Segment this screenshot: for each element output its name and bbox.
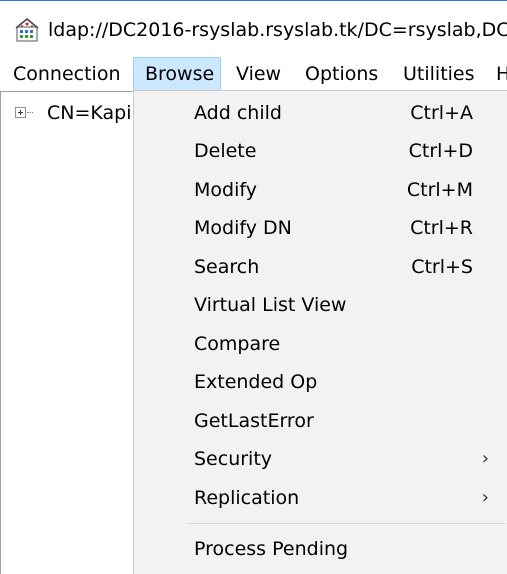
menu-item-shortcut: Ctrl+R: [410, 217, 473, 239]
menu-item-modify-dn[interactable]: Modify DN Ctrl+R: [134, 209, 507, 247]
browse-dropdown-menu: Add child Ctrl+A Delete Ctrl+D Modify Ct…: [133, 90, 507, 574]
menu-item-shortcut: Ctrl+D: [408, 140, 473, 162]
menu-item-label: GetLastError: [194, 410, 314, 432]
menu-item-label: Delete: [194, 140, 257, 162]
menu-item-security[interactable]: Security ›: [134, 440, 507, 478]
menu-item-compare[interactable]: Compare: [134, 325, 507, 363]
menu-item-label: Process Pending: [194, 538, 349, 560]
title-bar: ldap://DC2016-rsyslab.rsyslab.tk/DC=rsys…: [0, 1, 507, 57]
menu-item-replication[interactable]: Replication ›: [134, 479, 507, 517]
menu-help[interactable]: H: [489, 57, 507, 91]
menu-item-process-pending[interactable]: Process Pending: [134, 530, 507, 568]
menu-item-label: Modify: [194, 179, 257, 201]
menu-utilities[interactable]: Utilities: [396, 57, 484, 91]
menu-item-extended-op[interactable]: Extended Op: [134, 363, 507, 401]
ldp-app-icon: [15, 18, 39, 42]
menu-item-virtual-list-view[interactable]: Virtual List View: [134, 286, 507, 324]
menu-item-label: Add child: [194, 102, 282, 124]
menu-item-modify[interactable]: Modify Ctrl+M: [134, 171, 507, 209]
menu-options[interactable]: Options: [298, 57, 388, 91]
menu-item-shortcut: Ctrl+A: [410, 102, 473, 124]
tree-connector: [27, 112, 33, 114]
ldp-window: ldap://DC2016-rsyslab.rsyslab.tk/DC=rsys…: [0, 0, 507, 574]
menu-separator: [187, 523, 505, 524]
tree-node-label[interactable]: CN=Kapil: [47, 100, 137, 126]
menu-item-label: Extended Op: [194, 371, 318, 393]
menu-item-shortcut: Ctrl+S: [411, 256, 473, 278]
menu-item-label: Compare: [194, 333, 281, 355]
menu-item-label: Security: [194, 448, 273, 470]
menu-item-label: Replication: [194, 487, 300, 509]
menu-item-delete[interactable]: Delete Ctrl+D: [134, 132, 507, 170]
menu-item-shortcut: Ctrl+M: [406, 179, 473, 201]
menu-item-search[interactable]: Search Ctrl+S: [134, 248, 507, 286]
menu-item-label: Search: [194, 256, 260, 278]
menu-item-label: Modify DN: [194, 217, 292, 239]
chevron-right-icon: ›: [481, 487, 489, 508]
menu-item-add-child[interactable]: Add child Ctrl+A: [134, 94, 507, 132]
window-title: ldap://DC2016-rsyslab.rsyslab.tk/DC=rsys…: [48, 19, 507, 41]
menu-view[interactable]: View: [229, 57, 291, 91]
chevron-right-icon: ›: [481, 448, 489, 469]
menu-connection[interactable]: Connection: [7, 57, 125, 91]
menu-item-label: Virtual List View: [194, 294, 347, 316]
menu-browse[interactable]: Browse: [133, 57, 221, 91]
menu-item-getlasterror[interactable]: GetLastError: [134, 402, 507, 440]
tree-expand-plus-icon[interactable]: [15, 107, 26, 118]
menu-bar: Connection Browse View Options Utilities…: [0, 57, 507, 91]
